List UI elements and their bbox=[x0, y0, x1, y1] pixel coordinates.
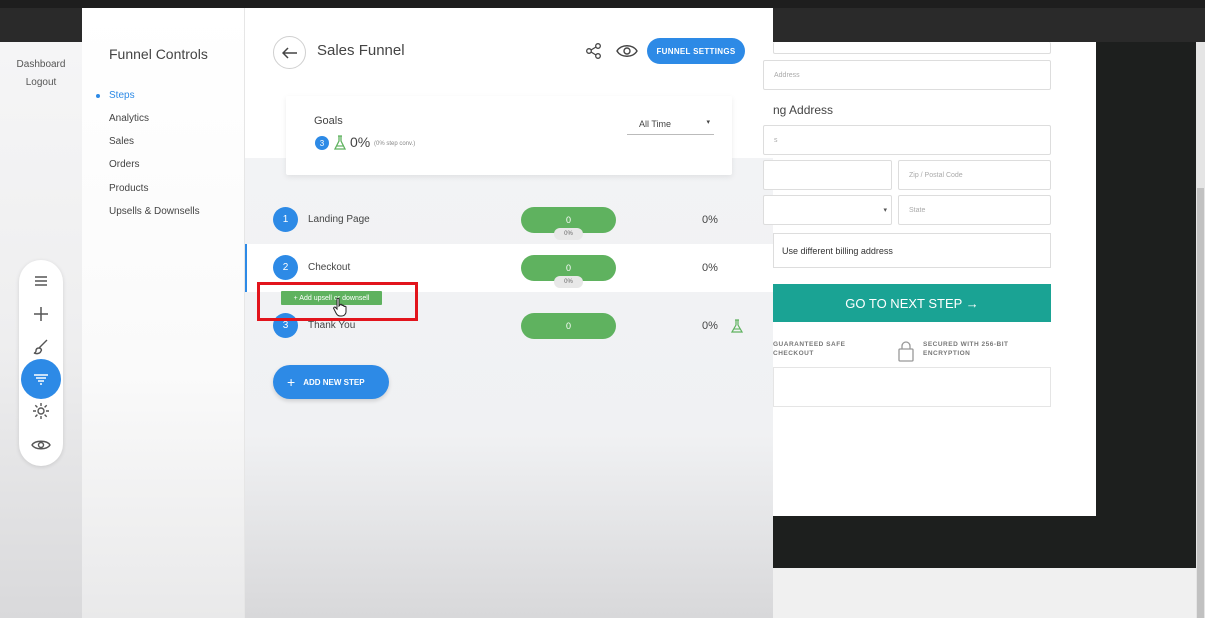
goals-title: Goals bbox=[314, 115, 343, 127]
goals-card: Goals 3 0% (0% step conv.) All Time ▾ bbox=[286, 96, 732, 175]
goals-percent: 0% bbox=[350, 134, 371, 150]
share-icon[interactable] bbox=[585, 42, 603, 60]
preview-empty-box bbox=[773, 367, 1051, 407]
preview-bottom-bar bbox=[773, 568, 1199, 618]
field2-placeholder: s bbox=[774, 136, 778, 144]
top-bar bbox=[0, 0, 1205, 8]
preview-field-2[interactable]: s bbox=[763, 125, 1051, 155]
page-title: Sales Funnel bbox=[317, 42, 405, 59]
controls-title: Funnel Controls bbox=[109, 46, 208, 62]
step-number: 1 bbox=[273, 207, 298, 232]
page-preview: Address ng Address s Zip / Postal Code ▾… bbox=[763, 42, 1205, 618]
billing-checkbox[interactable]: Use different billing address bbox=[773, 233, 1051, 268]
tool-bar bbox=[19, 260, 63, 466]
plus-icon: + bbox=[287, 374, 296, 390]
step-percent: 0% bbox=[702, 320, 718, 332]
step-name: Thank You bbox=[308, 320, 356, 331]
active-dot bbox=[96, 94, 100, 98]
preview-heading: ng Address bbox=[773, 103, 834, 117]
preview-city-input[interactable] bbox=[763, 160, 892, 190]
step-percent: 0% bbox=[702, 262, 718, 274]
menu-icon[interactable] bbox=[21, 265, 61, 297]
step-percent: 0% bbox=[702, 214, 718, 226]
add-new-step-button[interactable]: + ADD NEW STEP bbox=[273, 365, 389, 399]
main-panel: Sales Funnel FUNNEL SETTINGS Goals 3 0% … bbox=[245, 8, 773, 618]
step-name: Checkout bbox=[308, 262, 351, 273]
controls-item-analytics[interactable]: Analytics bbox=[109, 113, 149, 124]
encryption-badge: SECURED WITH 256-BIT ENCRYPTION bbox=[923, 340, 1008, 358]
step-number: 2 bbox=[273, 255, 298, 280]
billing-label: Use different billing address bbox=[782, 245, 893, 256]
flask-icon bbox=[731, 319, 743, 333]
step-stat-bar: 0 bbox=[521, 313, 616, 339]
logout-link[interactable]: Logout bbox=[0, 77, 82, 88]
controls-item-sales[interactable]: Sales bbox=[109, 136, 134, 147]
top-bar-right bbox=[773, 8, 1205, 42]
step-row-landing-page[interactable]: 1 Landing Page 0 0% 0% bbox=[245, 196, 773, 244]
controls-item-upsells[interactable]: Upsells & Downsells bbox=[109, 206, 200, 217]
funnel-controls: Funnel Controls Steps Analytics Sales Or… bbox=[82, 8, 245, 618]
step-name: Landing Page bbox=[308, 214, 370, 225]
flask-icon bbox=[333, 135, 347, 150]
address-placeholder: Address bbox=[774, 71, 800, 79]
preview-state-input[interactable]: State bbox=[898, 195, 1051, 225]
funnel-icon[interactable] bbox=[21, 359, 61, 399]
plus-icon[interactable] bbox=[21, 298, 61, 330]
state-placeholder: State bbox=[909, 206, 926, 214]
preview-country-select[interactable]: ▾ bbox=[763, 195, 892, 225]
caret-down-icon: ▾ bbox=[706, 119, 710, 126]
step-conversion-badge: 0% bbox=[554, 228, 583, 240]
back-button[interactable] bbox=[273, 36, 306, 69]
funnel-settings-button[interactable]: FUNNEL SETTINGS bbox=[647, 38, 745, 64]
left-nav-header bbox=[0, 8, 82, 42]
next-step-button[interactable]: GO TO NEXT STEP → bbox=[773, 284, 1051, 322]
preview-field-top bbox=[773, 42, 1051, 54]
lock-icon bbox=[898, 341, 914, 362]
goals-step-conversion: (0% step conv.) bbox=[374, 141, 416, 147]
step-conversion-badge: 0% bbox=[554, 276, 583, 288]
preview-address-input[interactable]: Address bbox=[763, 60, 1051, 90]
controls-item-steps[interactable]: Steps bbox=[109, 90, 135, 101]
scrollbar-thumb[interactable] bbox=[1197, 188, 1204, 618]
preview-scrollbar[interactable] bbox=[1196, 42, 1205, 618]
caret-down-icon: ▾ bbox=[883, 207, 887, 214]
preview-page: Address ng Address s Zip / Postal Code ▾… bbox=[763, 42, 1096, 516]
controls-item-orders[interactable]: Orders bbox=[109, 159, 140, 170]
hand-cursor-icon bbox=[333, 297, 347, 317]
preview-zip-input[interactable]: Zip / Postal Code bbox=[898, 160, 1051, 190]
eye-icon[interactable] bbox=[21, 429, 61, 461]
zip-placeholder: Zip / Postal Code bbox=[909, 171, 963, 179]
gear-icon[interactable] bbox=[21, 395, 61, 427]
goals-count-badge: 3 bbox=[315, 136, 329, 150]
dashboard-link[interactable]: Dashboard bbox=[0, 59, 82, 70]
add-new-step-label: ADD NEW STEP bbox=[303, 377, 365, 387]
controls-item-products[interactable]: Products bbox=[109, 183, 148, 194]
time-range-value: All Time bbox=[639, 119, 672, 129]
arrow-left-icon bbox=[281, 46, 297, 59]
preview-eye-icon[interactable] bbox=[616, 42, 638, 60]
safe-checkout-text: GUARANTEED SAFE CHECKOUT bbox=[773, 341, 846, 357]
time-range-select[interactable]: All Time ▾ bbox=[627, 117, 714, 135]
safe-checkout-badge: GUARANTEED SAFE CHECKOUT bbox=[773, 340, 846, 358]
encryption-text: SECURED WITH 256-BIT ENCRYPTION bbox=[923, 341, 1009, 357]
